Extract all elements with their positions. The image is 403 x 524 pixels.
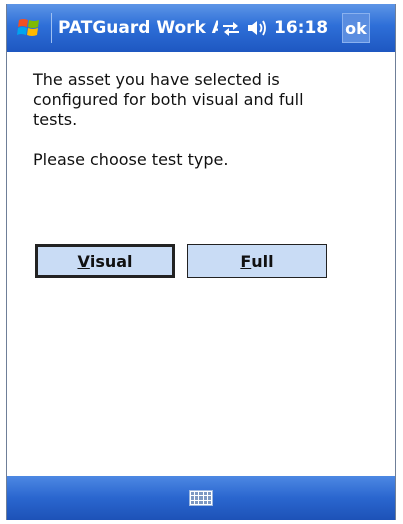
menu-bar: [7, 476, 395, 520]
full-test-button[interactable]: Full: [187, 244, 327, 278]
ok-button[interactable]: ok: [342, 13, 370, 43]
dialog-content: The asset you have selected is configure…: [33, 70, 333, 170]
windows-flag-icon[interactable]: [7, 4, 51, 52]
title-bar: PATGuard Work Al 16:18 ok: [7, 4, 395, 52]
visual-accelerator: V: [77, 251, 90, 271]
message-text: The asset you have selected is configure…: [33, 70, 304, 129]
keyboard-icon[interactable]: [189, 490, 213, 506]
full-label-rest: ull: [251, 251, 274, 271]
full-accelerator: F: [240, 251, 252, 271]
prompt-text: Please choose test type.: [33, 150, 229, 169]
connectivity-icon[interactable]: [218, 4, 244, 52]
device-screen: PATGuard Work Al 16:18 ok The asset you …: [6, 4, 396, 520]
title-separator: [51, 13, 52, 43]
clock[interactable]: 16:18: [274, 18, 338, 38]
visual-test-button[interactable]: Visual: [35, 244, 175, 278]
volume-icon[interactable]: [244, 4, 270, 52]
app-title: PATGuard Work Al: [58, 18, 218, 38]
visual-label-rest: isual: [89, 251, 133, 271]
